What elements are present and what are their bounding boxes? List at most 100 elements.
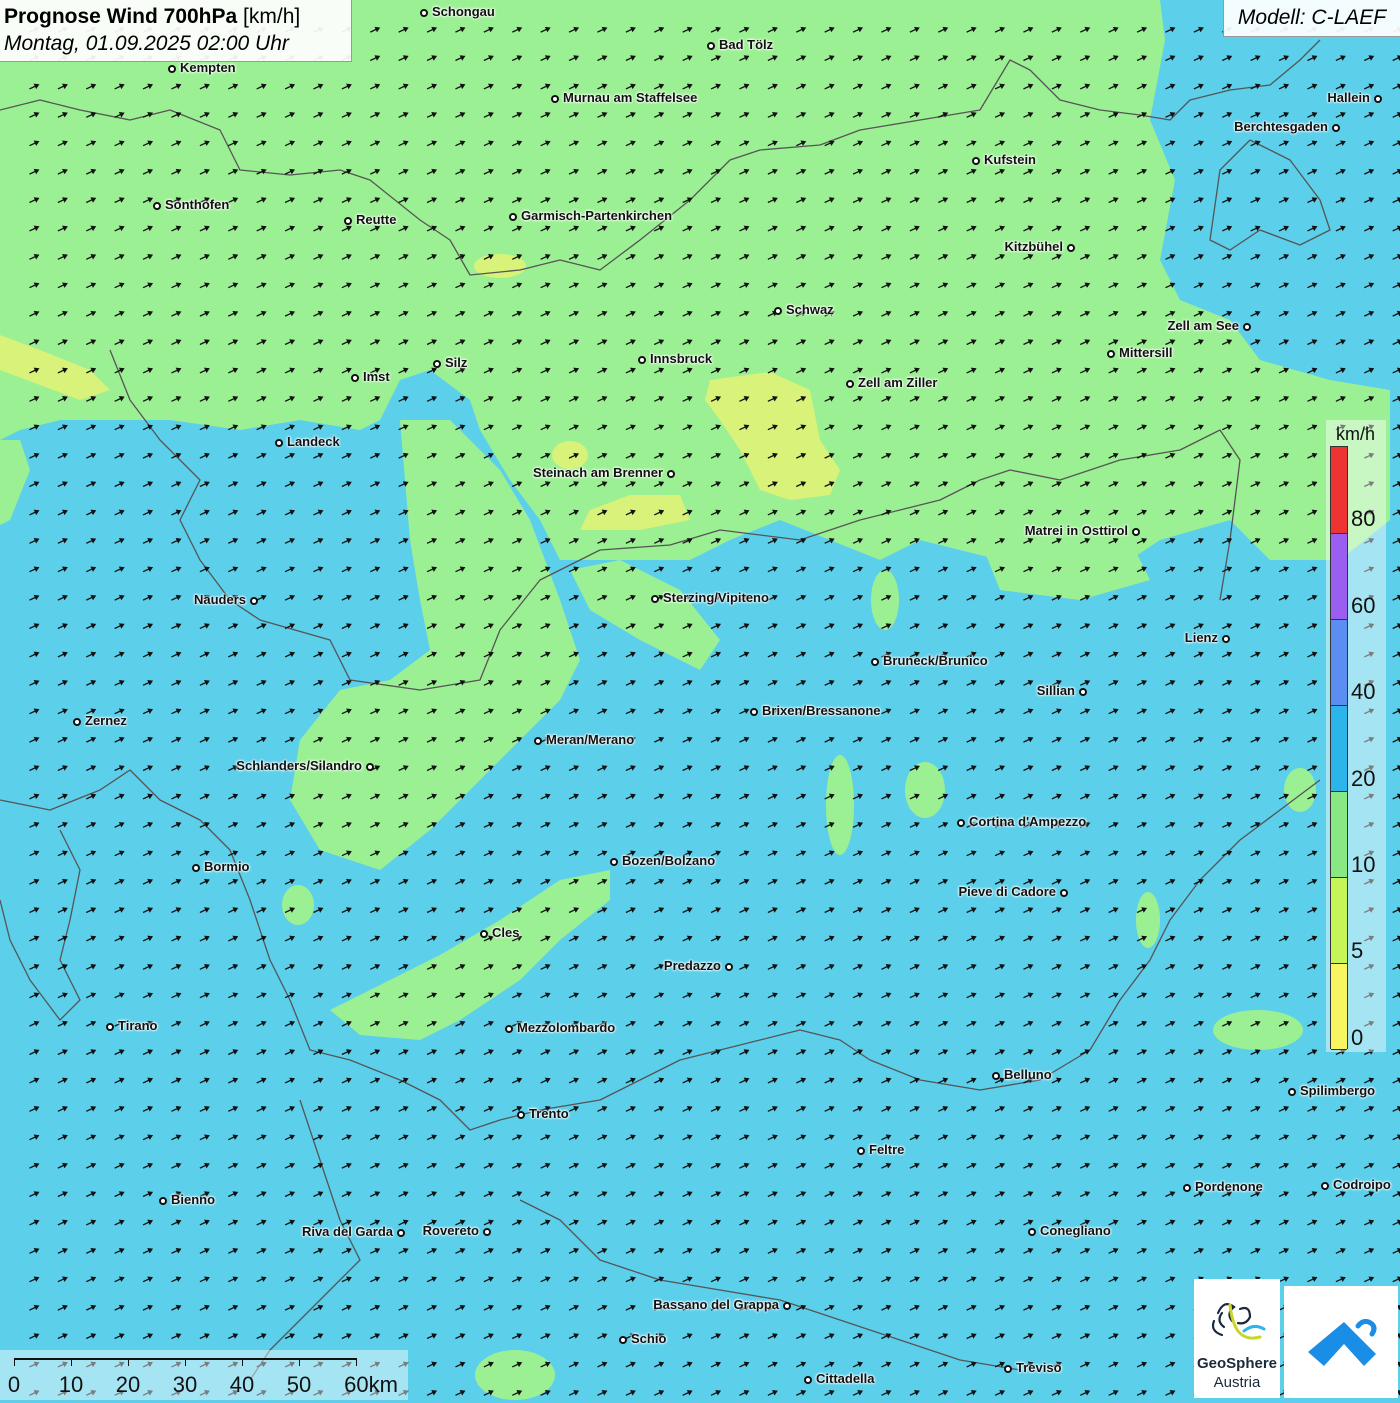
city-label[interactable]: Pieve di Cadore [958,884,1056,899]
city-label[interactable]: Conegliano [1040,1223,1111,1238]
city-label[interactable]: Bozen/Bolzano [622,853,715,868]
city-marker[interactable] [783,1302,791,1310]
city-label[interactable]: Trento [529,1106,569,1121]
city-marker[interactable] [1243,323,1251,331]
city-marker[interactable] [275,439,283,447]
city-marker[interactable] [483,1228,491,1236]
city-marker[interactable] [1288,1088,1296,1096]
city-marker[interactable] [1079,688,1087,696]
city-marker[interactable] [804,1376,812,1384]
city-label[interactable]: Zell am See [1167,318,1239,333]
city-marker[interactable] [505,1025,513,1033]
city-label[interactable]: Rovereto [423,1223,479,1238]
city-label[interactable]: Sterzing/Vipiteno [663,590,769,605]
city-marker[interactable] [551,95,559,103]
city-label[interactable]: Bruneck/Brunico [883,653,988,668]
city-label[interactable]: Matrei in Osttirol [1025,523,1128,538]
city-marker[interactable] [517,1111,525,1119]
city-label[interactable]: Treviso [1016,1360,1062,1375]
city-label[interactable]: Meran/Merano [546,732,634,747]
city-marker[interactable] [433,360,441,368]
city-label[interactable]: Sonthofen [165,197,229,212]
city-label[interactable]: Cles [492,925,519,940]
city-marker[interactable] [153,202,161,210]
wind-app-logo[interactable] [1284,1286,1398,1398]
city-label[interactable]: Cittadella [816,1371,875,1386]
city-marker[interactable] [73,718,81,726]
city-label[interactable]: Sillian [1037,683,1075,698]
city-marker[interactable] [534,737,542,745]
city-label[interactable]: Reutte [356,212,396,227]
city-marker[interactable] [250,597,258,605]
geosphere-logo[interactable]: GeoSphere Austria [1194,1279,1280,1398]
city-label[interactable]: Schlanders/Silandro [236,758,362,773]
city-label[interactable]: Zernez [85,713,127,728]
city-label[interactable]: Predazzo [664,958,721,973]
city-marker[interactable] [750,708,758,716]
city-marker[interactable] [857,1147,865,1155]
city-label[interactable]: Pordenone [1195,1179,1263,1194]
city-label[interactable]: Bad Tölz [719,37,773,52]
city-label[interactable]: Cortina d'Ampezzo [969,814,1086,829]
city-marker[interactable] [1132,528,1140,536]
city-marker[interactable] [1321,1182,1329,1190]
city-marker[interactable] [1332,124,1340,132]
city-label[interactable]: Nauders [194,592,246,607]
city-label[interactable]: Landeck [287,434,340,449]
city-label[interactable]: Schio [631,1331,666,1346]
city-marker[interactable] [344,217,352,225]
city-marker[interactable] [397,1229,405,1237]
city-label[interactable]: Riva del Garda [302,1224,393,1239]
city-marker[interactable] [638,356,646,364]
city-marker[interactable] [1183,1184,1191,1192]
city-marker[interactable] [774,307,782,315]
city-label[interactable]: Hallein [1327,90,1370,105]
city-label[interactable]: Zell am Ziller [858,375,937,390]
city-marker[interactable] [707,42,715,50]
city-label[interactable]: Belluno [1004,1067,1052,1082]
city-marker[interactable] [351,374,359,382]
city-marker[interactable] [420,9,428,17]
city-marker[interactable] [972,157,980,165]
city-marker[interactable] [1107,350,1115,358]
city-label[interactable]: Garmisch-Partenkirchen [521,208,672,223]
city-marker[interactable] [957,819,965,827]
city-marker[interactable] [192,864,200,872]
city-label[interactable]: Spilimbergo [1300,1083,1375,1098]
city-label[interactable]: Feltre [869,1142,904,1157]
city-marker[interactable] [168,65,176,73]
city-marker[interactable] [480,930,488,938]
city-label[interactable]: Schongau [432,4,495,19]
city-marker[interactable] [725,963,733,971]
city-label[interactable]: Bassano del Grappa [653,1297,779,1312]
city-marker[interactable] [1060,889,1068,897]
city-label[interactable]: Bormio [204,859,250,874]
city-label[interactable]: Brixen/Bressanone [762,703,881,718]
city-label[interactable]: Kufstein [984,152,1036,167]
city-marker[interactable] [1004,1365,1012,1373]
city-marker[interactable] [619,1336,627,1344]
city-marker[interactable] [871,658,879,666]
city-marker[interactable] [1067,244,1075,252]
city-marker[interactable] [509,213,517,221]
city-label[interactable]: Mezzolombardo [517,1020,615,1035]
city-marker[interactable] [106,1023,114,1031]
city-label[interactable]: Innsbruck [650,351,712,366]
city-label[interactable]: Lienz [1185,630,1218,645]
city-label[interactable]: Schwaz [786,302,834,317]
city-label[interactable]: Steinach am Brenner [533,465,663,480]
city-marker[interactable] [1374,95,1382,103]
city-label[interactable]: Kitzbühel [1005,239,1064,254]
city-label[interactable]: Kempten [180,60,236,75]
city-label[interactable]: Bienno [171,1192,215,1207]
city-marker[interactable] [610,858,618,866]
city-label[interactable]: Codroipo [1333,1177,1391,1192]
city-marker[interactable] [1222,635,1230,643]
city-marker[interactable] [159,1197,167,1205]
city-marker[interactable] [992,1072,1000,1080]
city-marker[interactable] [366,763,374,771]
city-marker[interactable] [651,595,659,603]
city-label[interactable]: Imst [363,369,390,384]
city-label[interactable]: Tirano [118,1018,158,1033]
city-label[interactable]: Silz [445,355,467,370]
